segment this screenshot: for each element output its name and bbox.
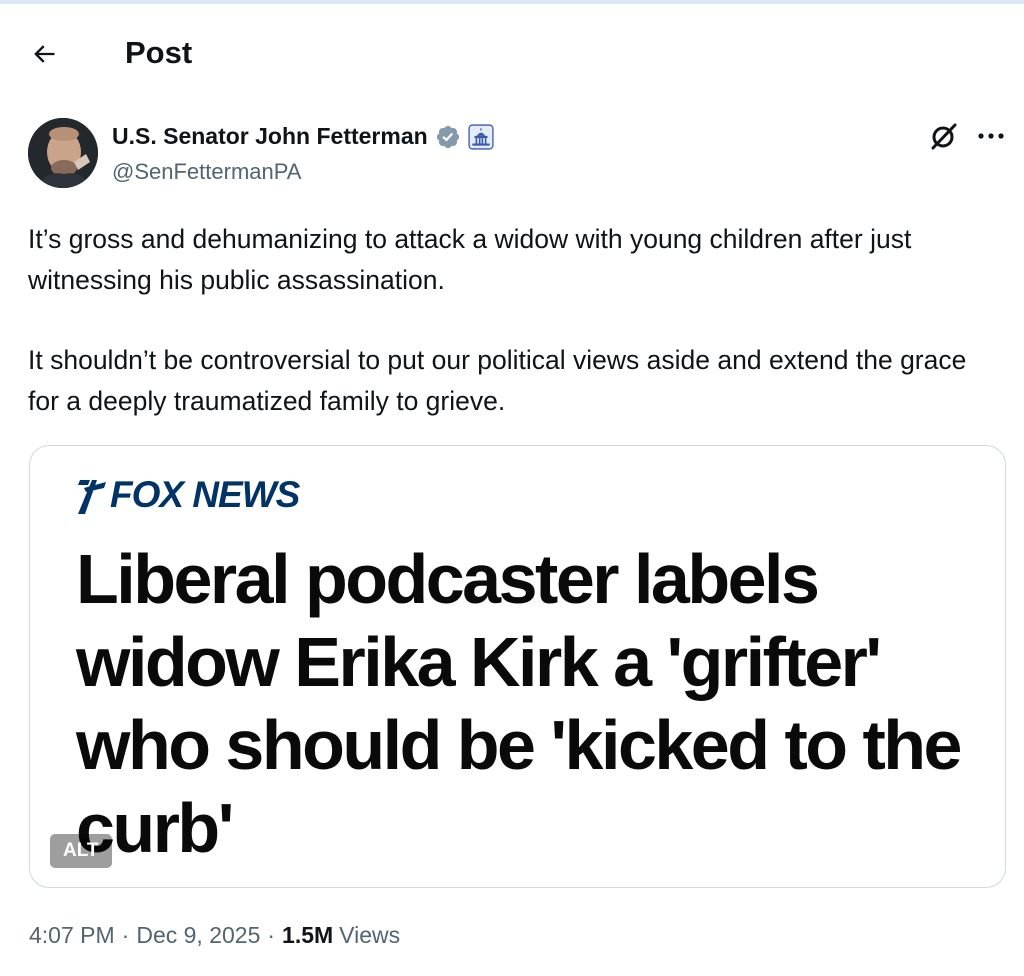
grok-button[interactable]	[926, 118, 962, 154]
us-capitol-icon[interactable]	[468, 123, 494, 150]
post-paragraph: It shouldn’t be controversial to put our…	[28, 345, 967, 416]
back-button[interactable]	[24, 34, 64, 74]
verified-badge-icon[interactable]	[435, 124, 461, 150]
more-icon	[978, 133, 1004, 139]
fox-news-logo: FOX NEWS	[76, 474, 300, 516]
post-author: U.S. Senator John Fetterman @SenFetterma…	[28, 118, 1008, 190]
meta-separator: ·	[267, 922, 276, 948]
name-row: U.S. Senator John Fetterman	[112, 123, 494, 150]
avatar-image	[28, 118, 98, 188]
avatar[interactable]	[28, 118, 98, 188]
alt-text-button[interactable]: ALT	[50, 834, 112, 868]
window-top-border	[0, 0, 1024, 4]
media-headline: Liberal podcaster labels widow Erika Kir…	[76, 540, 962, 867]
meta-separator: ·	[121, 922, 130, 948]
user-handle[interactable]: @SenFettermanPA	[112, 159, 301, 185]
page-header: Post	[0, 26, 1024, 82]
fox-news-mark-icon	[78, 480, 106, 514]
post-paragraph: It’s gross and dehumanizing to attack a …	[28, 224, 912, 295]
views-count: 1.5M	[282, 922, 334, 948]
post-meta: 4:07 PM · Dec 9, 2025 · 1.5M Views	[29, 922, 400, 949]
display-name[interactable]: U.S. Senator John Fetterman	[112, 123, 428, 150]
fox-news-wordmark: FOX NEWS	[110, 474, 300, 515]
more-button[interactable]	[972, 118, 1010, 154]
grok-icon	[931, 123, 957, 150]
media-image[interactable]: FOX NEWS Liberal podcaster labels widow …	[29, 445, 1006, 888]
page-title: Post	[125, 35, 193, 70]
arrow-left-icon	[34, 45, 55, 63]
post-text: It’s gross and dehumanizing to attack a …	[28, 219, 1003, 421]
post-date[interactable]: Dec 9, 2025	[136, 922, 260, 949]
views-label: Views	[339, 922, 401, 948]
post-time[interactable]: 4:07 PM	[29, 922, 115, 949]
